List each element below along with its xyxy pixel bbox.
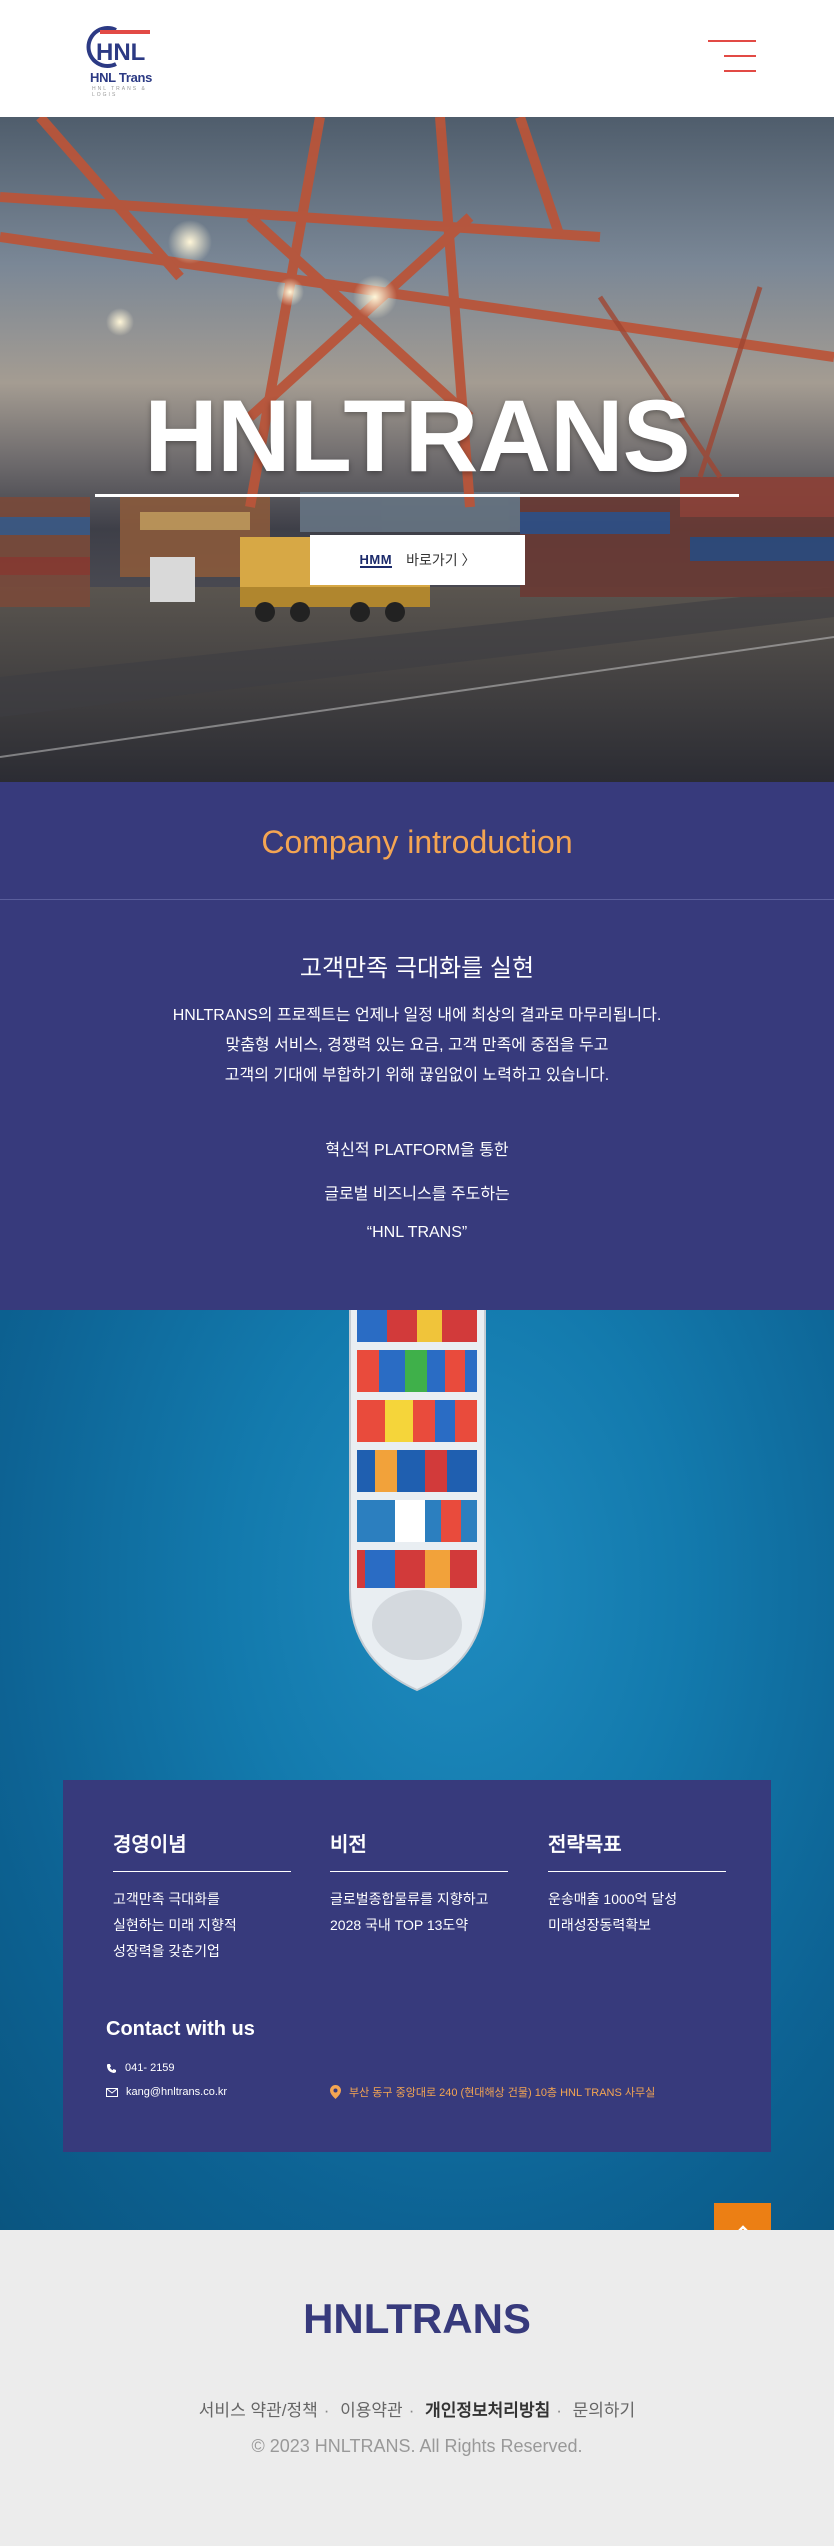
hero-banner: HNLTRANS HMM 바로가기 〉 <box>0 117 834 782</box>
email-address: kang@hnltrans.co.kr <box>126 2086 228 2098</box>
phone-icon <box>107 2063 116 2073</box>
intro-header: Company introduction <box>0 782 834 900</box>
footer-link-service-policy[interactable]: 서비스 약관/정책 <box>199 2401 318 2420</box>
intro-paragraph-line: HNLTRANS의 프로젝트는 언제나 일정 내에 최상의 결과로 마무리됩니다… <box>172 1007 662 1024</box>
contact-title: Contact with us <box>106 2018 255 2040</box>
site-header: HNL HNL Trans HNL TRANS & LOGIS <box>0 0 834 117</box>
list-item: 글로벌종합물류를 지향하고 <box>330 1891 489 1907</box>
hero-title: HNLTRANS <box>144 379 690 493</box>
hamburger-menu-icon[interactable] <box>708 34 758 78</box>
copyright: © 2023 HNLTRANS. All Rights Reserved. <box>251 2436 583 2456</box>
column-title: 비전 <box>330 1828 508 1872</box>
strategy-column: 전략목표 운송매출 1000억 달성 미래성장동력확보 <box>548 1828 726 1938</box>
section-title: Company introduction <box>261 824 573 860</box>
list-item: 운송매출 1000억 달성 <box>548 1891 678 1907</box>
location-pin-icon <box>330 2085 341 2099</box>
vision-column: 비전 글로벌종합물류를 지향하고 2028 국내 TOP 13도약 <box>330 1828 508 1938</box>
hmm-shortcut-button[interactable]: HMM 바로가기 〉 <box>310 535 525 585</box>
slogan-line: 혁신적 PLATFORM을 통한 <box>325 1142 509 1159</box>
list-item: 성장력을 갖춘기업 <box>113 1943 220 1959</box>
phone-number: 041- 2159 <box>125 2062 175 2074</box>
logo-text: HNL Trans <box>90 70 153 85</box>
list-item: 고객만족 극대화를 <box>113 1891 220 1907</box>
hnl-logo-icon: HNL <box>86 26 150 68</box>
phone-contact[interactable]: 041- 2159 <box>106 2062 175 2074</box>
site-logo[interactable]: HNL HNL Trans HNL TRANS & LOGIS <box>72 26 156 98</box>
list-item: 실현하는 미래 지향적 <box>113 1917 237 1933</box>
ocean-ship-section: 경영이념 고객만족 극대화를 실현하는 미래 지향적 성장력을 갖춘기업 비전 … <box>0 1310 834 2230</box>
footer-link-privacy[interactable]: 개인정보처리방침 <box>425 2401 550 2420</box>
site-footer: HNLTRANS 서비스 약관/정책 · 이용약관 · 개인정보처리방침 · 문의하기… <box>0 2230 834 2546</box>
column-title: 경영이념 <box>113 1828 291 1872</box>
slogan-line: “HNL TRANS” <box>366 1224 468 1241</box>
shortcut-label: 바로가기 〉 <box>406 552 476 568</box>
philosophy-column: 경영이념 고객만족 극대화를 실현하는 미래 지향적 성장력을 갖춘기업 <box>113 1828 291 1964</box>
company-info-box: 경영이념 고객만족 극대화를 실현하는 미래 지향적 성장력을 갖춘기업 비전 … <box>63 1780 771 2152</box>
hmm-logo-icon: HMM <box>359 551 393 568</box>
scroll-to-top-button[interactable] <box>714 2203 771 2230</box>
list-item: 2028 국내 TOP 13도약 <box>330 1917 469 1933</box>
address-contact: 부산 동구 중앙대로 240 (현대해상 건물) 10층 HNL TRANS 사… <box>330 2084 655 2100</box>
intro-paragraph-line: 고객의 기대에 부합하기 위해 끊임없이 노력하고 있습니다. <box>224 1067 610 1084</box>
footer-logo: HNLTRANS <box>303 2295 531 2342</box>
logo-subtext: HNL TRANS & LOGIS <box>92 86 147 98</box>
intro-paragraph: HNLTRANS의 프로젝트는 언제나 일정 내에 최상의 결과로 마무리됩니다… <box>0 1001 834 1091</box>
slogan-line: 글로벌 비즈니스를 주도하는 <box>324 1186 510 1203</box>
hero-divider <box>95 494 739 497</box>
footer-links: 서비스 약관/정책 · 이용약관 · 개인정보처리방침 · 문의하기 <box>198 2401 636 2420</box>
address-text: 부산 동구 중앙대로 240 (현대해상 건물) 10층 HNL TRANS 사… <box>349 2087 656 2099</box>
email-contact[interactable]: kang@hnltrans.co.kr <box>106 2086 227 2098</box>
column-title: 전략목표 <box>548 1828 726 1872</box>
footer-link-terms[interactable]: 이용약관 <box>340 2401 403 2420</box>
svg-text:HNL: HNL <box>96 39 145 66</box>
mail-icon <box>106 2087 118 2097</box>
intro-heading: 고객만족 극대화를 실현 <box>299 955 535 982</box>
container-ship-image <box>349 1310 486 1692</box>
footer-link-contact[interactable]: 문의하기 <box>573 2401 636 2420</box>
list-item: 미래성장동력확보 <box>548 1917 652 1933</box>
company-intro-section: Company introduction 고객만족 극대화를 실현 HNLTRA… <box>0 782 834 1310</box>
intro-paragraph-line: 맞춤형 서비스, 경쟁력 있는 요금, 고객 만족에 중점을 두고 <box>225 1037 609 1054</box>
